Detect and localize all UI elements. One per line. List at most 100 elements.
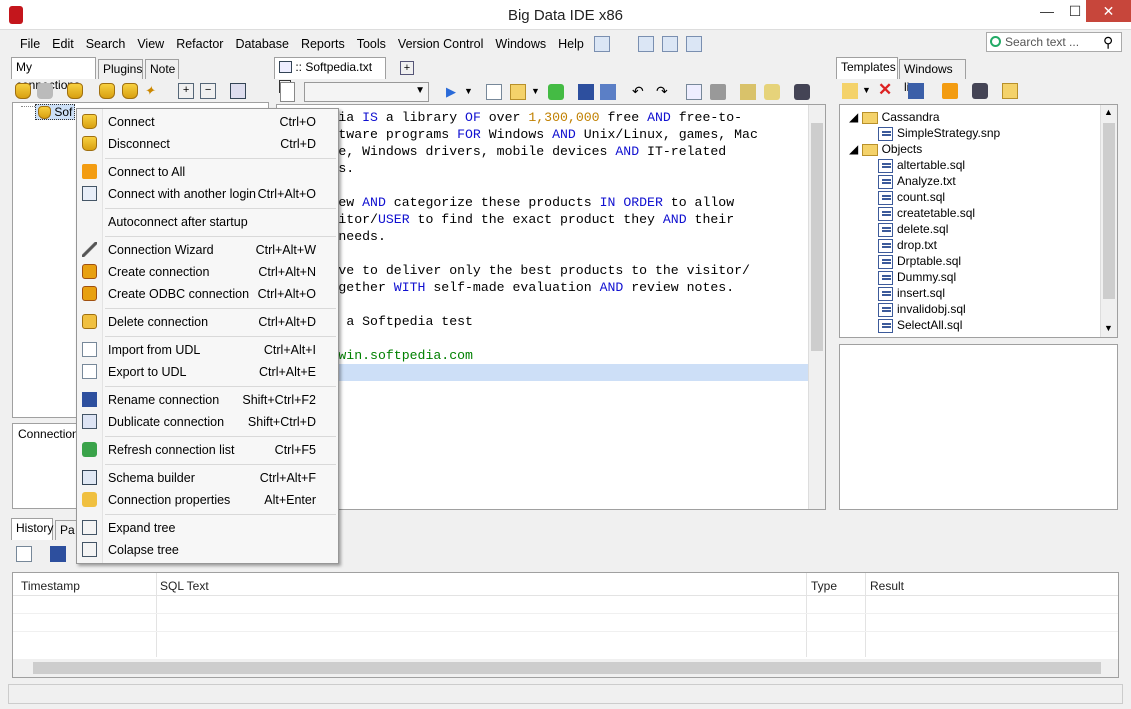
menu-item-create-connection[interactable]: Create connection Ctrl+Alt+N xyxy=(77,261,338,283)
editor-line[interactable]: Softpedia IS a library OF over 1,300,000… xyxy=(283,109,758,126)
binoculars-icon[interactable]: ⚲ xyxy=(1103,34,1119,50)
connection-dropdown[interactable]: ▼ xyxy=(304,82,429,102)
menu-item-refresh-connection-list[interactable]: Refresh connection list Ctrl+F5 xyxy=(77,439,338,461)
menu-database[interactable]: Database xyxy=(229,34,295,54)
template-item[interactable]: invalidobj.sql xyxy=(878,301,966,317)
menu-version-control[interactable]: Version Control xyxy=(392,34,489,54)
history-save-icon[interactable] xyxy=(50,546,66,562)
menu-view[interactable]: View xyxy=(131,34,170,54)
menu-item-disconnect[interactable]: Disconnect Ctrl+D xyxy=(77,133,338,155)
editor-line[interactable]: USER together WITH self-made evaluation … xyxy=(283,279,758,296)
add-dropdown-icon[interactable]: ▼ xyxy=(862,85,871,95)
menu-item-create-odbc-connection[interactable]: Create ODBC connection Ctrl+Alt+O xyxy=(77,283,338,305)
column-sql-text[interactable]: SQL Text xyxy=(160,579,209,593)
menu-item-connect-to-all[interactable]: Connect to All xyxy=(77,161,338,183)
editor-line[interactable]: articles. xyxy=(283,160,758,177)
connect-icon[interactable] xyxy=(15,83,31,99)
template-item[interactable]: altertable.sql xyxy=(878,157,965,173)
open-dropdown-icon[interactable]: ▼ xyxy=(531,86,540,96)
template-item[interactable]: count.sql xyxy=(878,189,945,205)
editor-line[interactable]: the visitor/USER to find the exact produ… xyxy=(283,211,758,228)
editor-line[interactable]: try software programs FOR Windows AND Un… xyxy=(283,126,758,143)
template-camera-icon[interactable] xyxy=(972,83,988,99)
menu-reports[interactable]: Reports xyxy=(295,34,351,54)
history-new-icon[interactable] xyxy=(16,546,32,562)
template-item[interactable]: Drptable.sql xyxy=(878,253,961,269)
column-timestamp[interactable]: Timestamp xyxy=(21,579,80,593)
maximize-button[interactable]: ☐ xyxy=(1062,0,1088,22)
menu-search[interactable]: Search xyxy=(80,34,132,54)
spin-control[interactable] xyxy=(280,82,295,102)
delete-connection-icon[interactable] xyxy=(122,83,138,99)
layout-list-icon[interactable] xyxy=(637,36,654,52)
close-window-button[interactable]: ✕ xyxy=(1086,0,1131,22)
search-input[interactable]: Search text ... xyxy=(986,32,1122,52)
editor-line[interactable]: system needs. xyxy=(283,228,758,245)
save-icon[interactable] xyxy=(578,84,594,100)
menu-item-connect-with-another-login[interactable]: Connect with another login Ctrl+Alt+O xyxy=(77,183,338,205)
template-folder-icon[interactable] xyxy=(1002,83,1018,99)
menu-item-autoconnect-after-startup[interactable]: Autoconnect after startup xyxy=(77,211,338,233)
save-all-icon[interactable] xyxy=(600,84,616,100)
new-file-icon[interactable] xyxy=(486,84,502,100)
edit-template-icon[interactable] xyxy=(908,83,924,99)
redo-icon[interactable]: ↷ xyxy=(656,83,668,100)
template-item[interactable]: createtable.sql xyxy=(878,205,975,221)
template-item[interactable]: delete.sql xyxy=(878,221,948,237)
menu-item-delete-connection[interactable]: Delete connection Ctrl+Alt+D xyxy=(77,311,338,333)
tab-my-connections[interactable]: My connections xyxy=(11,57,96,92)
editor-line[interactable]: We review AND categorize these products … xyxy=(283,194,758,211)
column-type[interactable]: Type xyxy=(811,579,837,593)
template-item[interactable]: SelectAll.sql xyxy=(878,317,962,333)
menu-item-schema-builder[interactable]: Schema builder Ctrl+Alt+F xyxy=(77,467,338,489)
tab-templates[interactable]: Templates xyxy=(836,57,898,79)
editor-line[interactable] xyxy=(283,245,758,262)
undo-icon[interactable]: ↶ xyxy=(632,83,644,100)
editor-scrollbar[interactable] xyxy=(808,105,825,509)
menu-item-export-to-udl[interactable]: Export to UDL Ctrl+Alt+E xyxy=(77,361,338,383)
menu-item-expand-tree[interactable]: Expand tree xyxy=(77,517,338,539)
tab-note[interactable]: Note xyxy=(145,59,179,79)
open-folder-icon[interactable] xyxy=(510,84,526,100)
menu-tools[interactable]: Tools xyxy=(351,34,392,54)
menu-edit[interactable]: Edit xyxy=(46,34,80,54)
connect-all-icon[interactable] xyxy=(67,83,83,99)
tab-history[interactable]: History xyxy=(11,518,53,540)
editor-line[interactable]: http://win.softpedia.com xyxy=(283,347,758,364)
tree-group-cassandra[interactable]: ◢ Cassandra xyxy=(849,109,940,125)
scrollbar-thumb[interactable] xyxy=(811,123,823,351)
menu-item-import-from-udl[interactable]: Import from UDL Ctrl+Alt+I xyxy=(77,339,338,361)
template-item[interactable]: insert.sql xyxy=(878,285,945,301)
hscrollbar-thumb[interactable] xyxy=(33,662,1101,674)
menu-help[interactable]: Help xyxy=(552,34,590,54)
wizard-icon[interactable]: ✦ xyxy=(144,83,160,99)
layout-split-icon[interactable] xyxy=(661,36,678,52)
menu-item-dublicate-connection[interactable]: Dublicate connection Shift+Ctrl+D xyxy=(77,411,338,433)
minimize-button[interactable]: — xyxy=(1034,0,1060,22)
tab-windows-list[interactable]: Windows list xyxy=(899,59,966,94)
delete-template-icon[interactable]: ✕ xyxy=(878,80,892,100)
templates-scrollbar[interactable]: ▲ ▼ xyxy=(1100,105,1117,337)
editor-line[interactable]: software, Windows drivers, mobile device… xyxy=(283,143,758,160)
format-icon[interactable] xyxy=(686,84,702,100)
disconnect-icon[interactable] xyxy=(37,83,53,99)
column-result[interactable]: Result xyxy=(870,579,904,593)
tab-softpedia-txt[interactable]: :: Softpedia.txt ✕ xyxy=(274,57,386,93)
camera-icon[interactable] xyxy=(794,84,810,100)
object-browser-icon[interactable] xyxy=(740,84,756,100)
history-hscrollbar[interactable] xyxy=(13,659,1118,677)
execute-dropdown-icon[interactable]: ▼ xyxy=(464,86,473,96)
template-item[interactable]: Analyze.txt xyxy=(878,173,956,189)
menu-file[interactable]: File xyxy=(14,34,46,54)
editor-line[interactable] xyxy=(283,296,758,313)
tab-plugins[interactable]: Plugins xyxy=(98,59,143,79)
editor-text[interactable]: Softpedia IS a library OF over 1,300,000… xyxy=(283,109,758,381)
execute-icon[interactable]: ▶ xyxy=(446,84,456,100)
templates-scrollbar-thumb[interactable] xyxy=(1103,123,1115,299)
editor-line[interactable] xyxy=(283,330,758,347)
editor-line[interactable]: This IS a Softpedia test xyxy=(283,313,758,330)
menu-item-connection-wizard[interactable]: Connection Wizard Ctrl+Alt+W xyxy=(77,239,338,261)
copy-icon[interactable] xyxy=(230,83,246,99)
editor-line[interactable] xyxy=(283,177,758,194)
template-item[interactable]: Dummy.sql xyxy=(878,269,956,285)
